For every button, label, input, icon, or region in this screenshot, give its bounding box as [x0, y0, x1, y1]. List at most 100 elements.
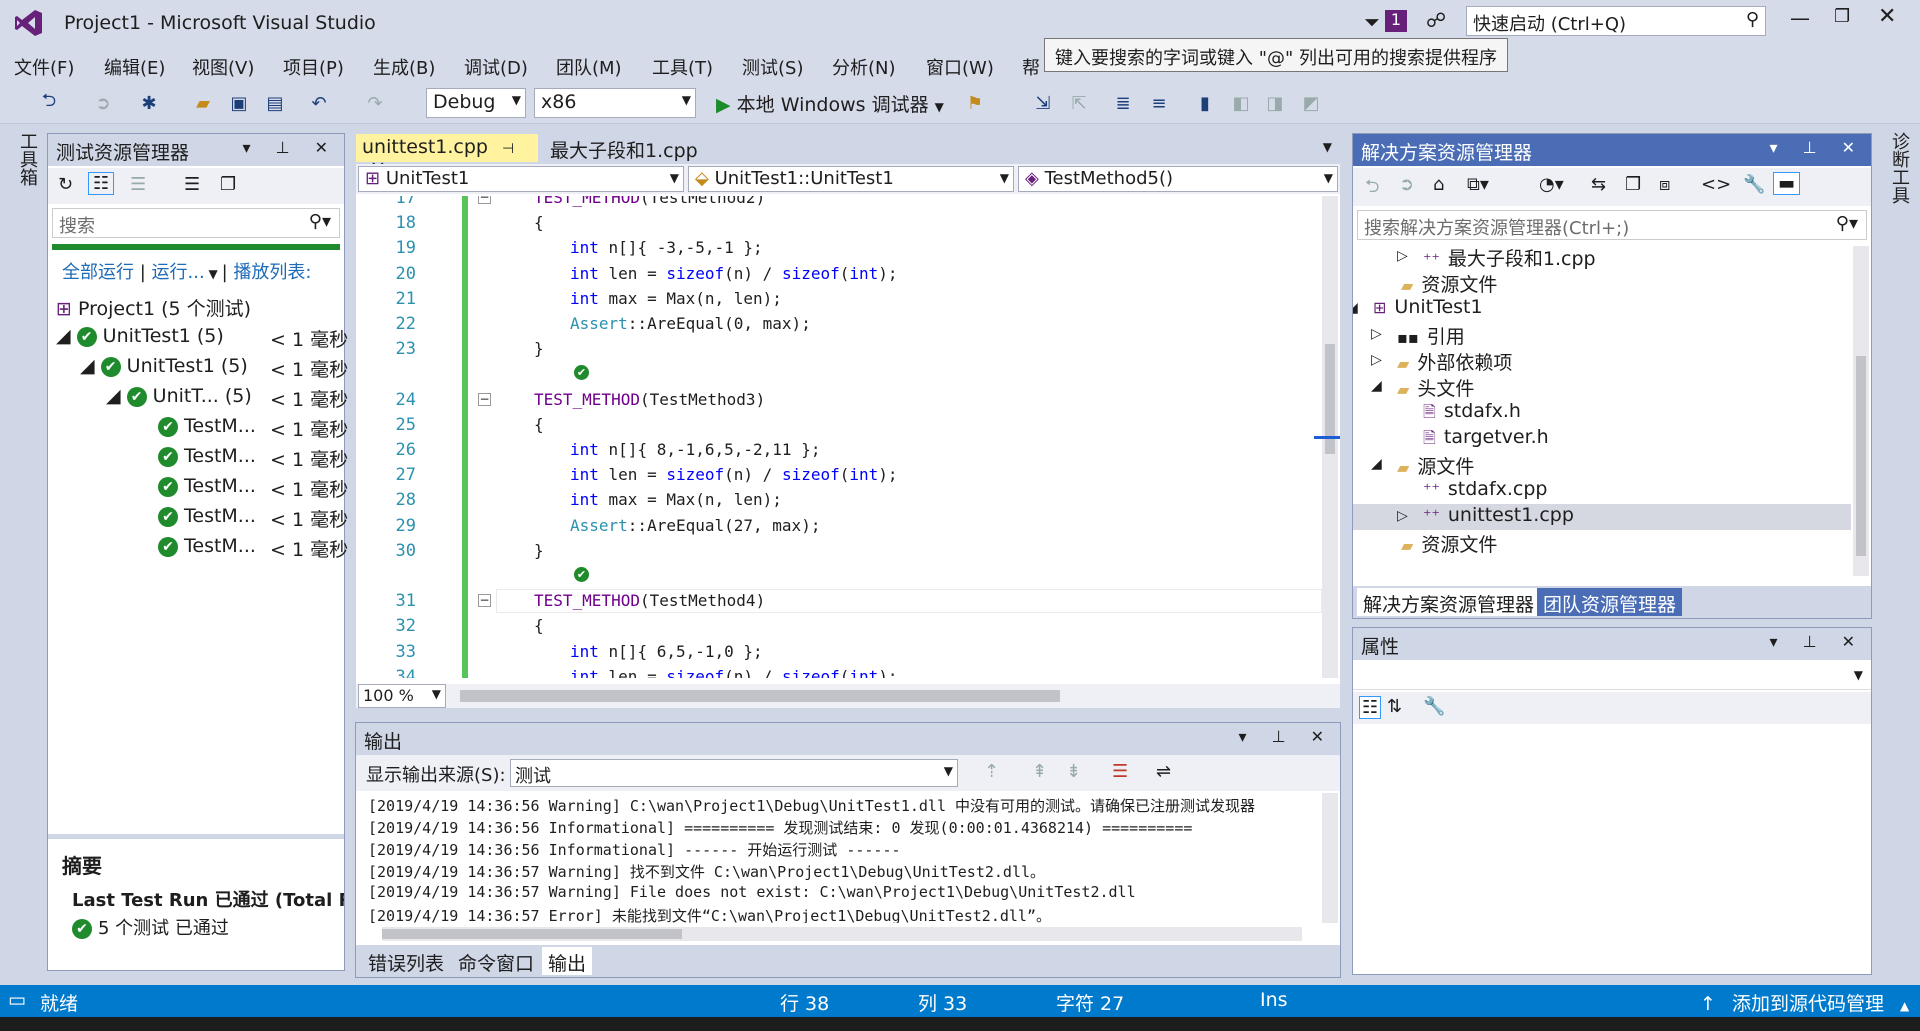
test-tree-row[interactable]: ✔ TestM... < 1 毫秒: [158, 475, 348, 501]
config-select[interactable]: Debug ▼: [426, 88, 526, 118]
home-icon[interactable]: ⌂: [1433, 174, 1444, 195]
step-icon[interactable]: ⇲: [1030, 90, 1056, 116]
diagnostics-side-tab[interactable]: 诊断工具: [1882, 132, 1912, 204]
view-code-icon[interactable]: <>: [1701, 174, 1731, 195]
tab-max-subarray[interactable]: 最大子段和1.cpp: [544, 134, 704, 162]
bookmark-icon[interactable]: ▮: [1192, 90, 1218, 116]
solution-tree-item[interactable]: ▷ ⁺⁺ 最大子段和1.cpp: [1353, 246, 1851, 270]
zoom-select[interactable]: 100 % ▼: [358, 684, 446, 708]
expand-arrow-icon[interactable]: ▷: [1397, 248, 1408, 264]
filter-icon[interactable]: ⏷: [1364, 10, 1380, 34]
menu-view[interactable]: 视图(V): [192, 54, 254, 80]
toolbox-side-tab[interactable]: 工具箱: [10, 132, 40, 186]
sync-icon[interactable]: ⇆: [1591, 174, 1606, 195]
tab-unittest1[interactable]: unittest1.cpp ⊣ ✕: [356, 134, 538, 180]
editor-vertical-scrollbar[interactable]: [1314, 196, 1340, 678]
source-control-button[interactable]: ↑ 添加到源代码管理 ▲: [1700, 989, 1909, 1016]
properties-icon[interactable]: 🔧: [1743, 174, 1765, 195]
go-next-icon[interactable]: ⇟: [1066, 761, 1081, 782]
start-debugging-button[interactable]: ▶ 本地 Windows 调试器 ▼: [712, 88, 948, 118]
collapse-arrow-icon[interactable]: ◢: [1371, 456, 1382, 472]
test-tree-row[interactable]: ◢ ✔ UnitT... (5) < 1 毫秒: [106, 385, 348, 411]
tab-error-list[interactable]: 错误列表: [362, 947, 450, 975]
output-source-select[interactable]: 测试 ▼: [510, 759, 958, 787]
playlist-link[interactable]: 播放列表:: [233, 262, 311, 283]
back-icon[interactable]: ⮌: [1365, 174, 1379, 204]
horizontal-scrollbar[interactable]: [460, 690, 1060, 702]
nav-project-select[interactable]: ⊞ UnitTest1 ▼: [358, 166, 684, 192]
tab-team-explorer[interactable]: 团队资源管理器: [1537, 588, 1683, 616]
solution-vertical-scrollbar[interactable]: [1853, 246, 1869, 576]
solution-tree-item[interactable]: ◢ ⊞ UnitTest1: [1353, 296, 1851, 322]
step-out-icon[interactable]: ⇱: [1066, 90, 1092, 116]
restore-button[interactable]: ❐: [1834, 6, 1850, 27]
menu-window[interactable]: 窗口(W): [926, 54, 994, 80]
menu-analyze[interactable]: 分析(N): [832, 54, 896, 80]
solution-tree-item[interactable]: ⁺⁺ stdafx.cpp: [1353, 478, 1851, 504]
categorized-icon[interactable]: ☷: [1359, 696, 1382, 719]
test-passed-glyph-icon[interactable]: ✔: [574, 365, 589, 381]
menu-help[interactable]: 帮: [1022, 54, 1040, 80]
solution-tree-item[interactable]: ▷ ⁺⁺ unittest1.cpp: [1353, 504, 1851, 530]
menu-project[interactable]: 项目(P): [283, 54, 344, 80]
tab-overflow-icon[interactable]: ▼: [1323, 140, 1332, 154]
solution-tree-item[interactable]: ◢ ▰ 头文件: [1353, 374, 1851, 400]
test-tree-row[interactable]: ✔ TestM... < 1 毫秒: [158, 505, 348, 531]
platform-select[interactable]: x86 ▼: [534, 88, 696, 118]
test-tree-row[interactable]: ✔ TestM... < 1 毫秒: [158, 445, 348, 471]
expand-arrow-icon[interactable]: ▷: [1397, 508, 1408, 524]
refresh-icon[interactable]: ↻: [58, 174, 73, 195]
collapse-arrow-icon[interactable]: ◢: [1353, 300, 1358, 316]
collapse-icon[interactable]: ☰: [184, 174, 200, 195]
quick-launch-input[interactable]: 快速启动 (Ctrl+Q) ⚲: [1466, 6, 1766, 36]
solution-tree-item[interactable]: ▰ 资源文件: [1353, 270, 1851, 296]
solution-tree-item[interactable]: 🗎 targetver.h: [1353, 426, 1851, 452]
solution-tree-item[interactable]: 🗎 stdafx.h: [1353, 400, 1851, 426]
test-tree-row[interactable]: ✔ TestM... < 1 毫秒: [158, 415, 348, 441]
menu-file[interactable]: 文件(F): [14, 54, 74, 80]
solution-search-input[interactable]: 搜索解决方案资源管理器(Ctrl+;) ⚲▾: [1357, 210, 1867, 240]
test-passed-glyph-icon[interactable]: ✔: [574, 567, 589, 582]
solution-tree-item[interactable]: ◢ ▰ 源文件: [1353, 452, 1851, 478]
feedback-icon[interactable]: ☍: [1426, 8, 1446, 32]
solution-tree-item[interactable]: ▷ ▪▪ 引用: [1353, 322, 1851, 348]
close-window-button[interactable]: ✕: [1878, 4, 1896, 29]
forward-icon[interactable]: ➲: [90, 90, 116, 116]
test-tree-row[interactable]: ◢ ✔ UnitTest1 (5) < 1 毫秒: [56, 325, 348, 351]
fold-toggle-icon[interactable]: −: [478, 392, 491, 406]
nav-method-select[interactable]: ◈ TestMethod5() ▼: [1018, 166, 1338, 192]
nav-class-select[interactable]: ⬙ UnitTest1::UnitTest1 ▼: [688, 166, 1014, 192]
run-link[interactable]: 运行...: [152, 262, 205, 283]
save-all-icon[interactable]: ▤: [262, 90, 288, 116]
tab-output[interactable]: 输出: [542, 947, 593, 975]
redo-icon[interactable]: ↷: [362, 90, 388, 116]
test-project-row[interactable]: ⊞ Project1 (5 个测试): [56, 294, 251, 321]
scroll-thumb[interactable]: [1856, 356, 1866, 556]
word-wrap-icon[interactable]: ⇌: [1156, 761, 1171, 782]
clear-all-icon[interactable]: ☰: [1112, 761, 1128, 782]
panel-controls[interactable]: ▾ ⊥ ✕: [1769, 632, 1865, 651]
undo-icon[interactable]: ↶: [306, 90, 332, 116]
output-text[interactable]: [2019/4/19 14:36:56 Warning] C:\wan\Proj…: [356, 793, 1322, 923]
panel-controls[interactable]: ▾ ⊥ ✕: [1238, 727, 1334, 746]
test-tree-row[interactable]: ◢ ✔ UnitTest1 (5) < 1 毫秒: [80, 355, 348, 381]
collapse-arrow-icon[interactable]: ◢: [1371, 378, 1382, 394]
solution-tree-item[interactable]: ▰ 资源文件: [1353, 530, 1851, 556]
menu-edit[interactable]: 编辑(E): [104, 54, 165, 80]
forward-icon[interactable]: ➲: [1399, 174, 1414, 195]
go-prev-icon[interactable]: ⇞: [1032, 761, 1047, 782]
fold-toggle-icon[interactable]: −: [478, 594, 491, 608]
solution-tree-item[interactable]: ▷ ▰ 外部依赖项: [1353, 348, 1851, 374]
menu-tools[interactable]: 工具(T): [652, 54, 713, 80]
test-search-input[interactable]: 搜索 ⚲▾: [52, 208, 340, 238]
preview-icon[interactable]: ▬: [1773, 172, 1801, 195]
playlist-icon[interactable]: ☰: [130, 174, 146, 195]
menu-team[interactable]: 团队(M): [556, 54, 622, 80]
find-prev-icon[interactable]: ⇡: [984, 761, 999, 782]
prev-bookmark-icon[interactable]: ◧: [1228, 90, 1254, 116]
pending-changes-icon[interactable]: ◔▾: [1539, 174, 1564, 195]
fold-toggle-icon[interactable]: −: [478, 196, 491, 204]
back-icon[interactable]: ⮌: [36, 90, 62, 116]
expand-arrow-icon[interactable]: ▷: [1371, 352, 1382, 368]
outdent-icon[interactable]: ≡: [1146, 90, 1172, 116]
